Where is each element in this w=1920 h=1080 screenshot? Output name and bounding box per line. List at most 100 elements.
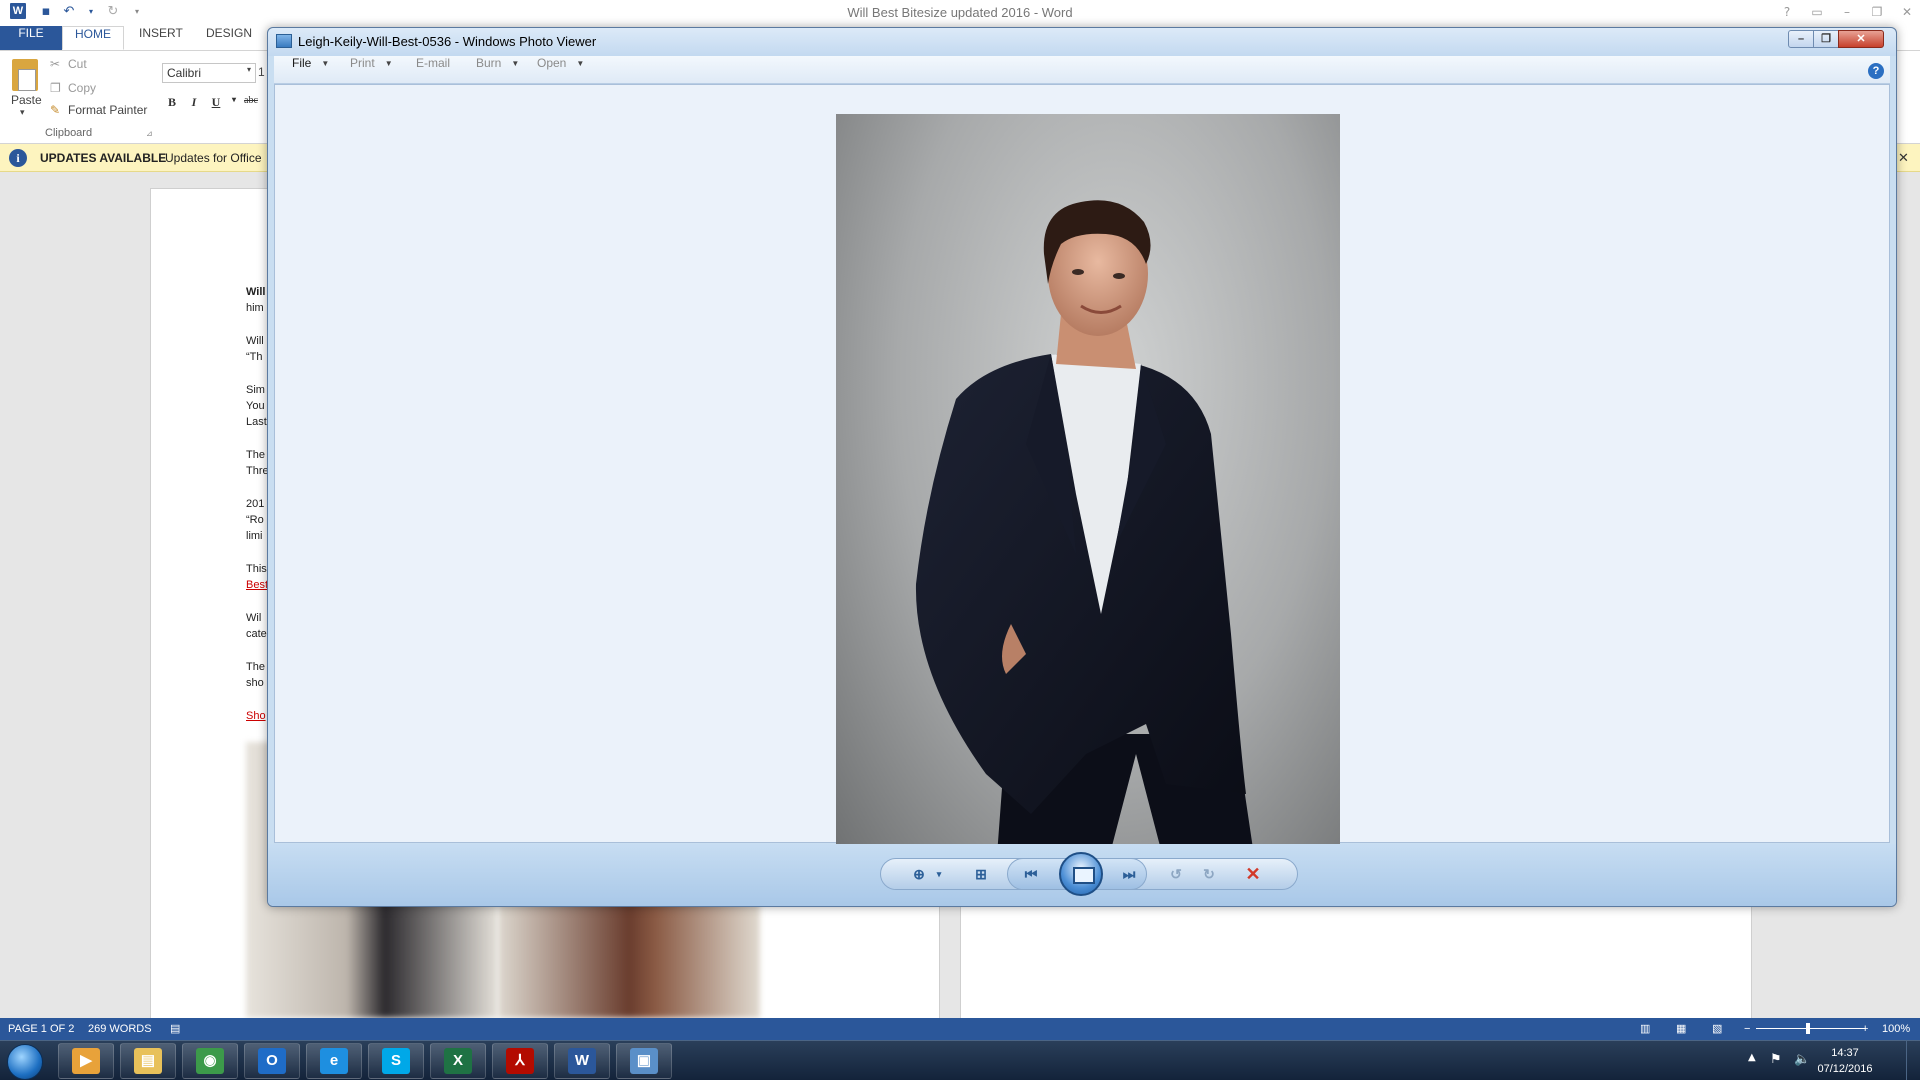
- close-icon[interactable]: ✕: [1896, 3, 1918, 21]
- chevron-down-icon: ▼: [511, 59, 520, 69]
- document-text-line: This: [246, 563, 267, 575]
- chevron-down-icon: ▼: [384, 59, 393, 69]
- tab-design[interactable]: DESIGN: [196, 26, 262, 50]
- zoom-slider-thumb[interactable]: [1806, 1023, 1810, 1034]
- taskbar-app-media-player[interactable]: ▶: [58, 1043, 114, 1079]
- start-button[interactable]: [7, 1044, 43, 1080]
- document-text-line: cate: [246, 628, 267, 640]
- tray-overflow-icon[interactable]: ▲: [1748, 1052, 1756, 1063]
- tab-insert[interactable]: INSERT: [129, 26, 193, 50]
- viewer-minimize-icon[interactable]: –: [1788, 30, 1814, 48]
- clipboard-launcher-icon[interactable]: ⊿: [146, 129, 153, 138]
- minimize-icon[interactable]: –: [1836, 3, 1858, 21]
- menu-burn[interactable]: Burn ▼: [476, 56, 519, 84]
- photo-viewer-app-icon[interactable]: [276, 34, 292, 48]
- taskbar-app-internet-explorer[interactable]: e: [306, 1043, 362, 1079]
- taskbar-app-acrobat[interactable]: ⅄: [492, 1043, 548, 1079]
- acrobat-icon: ⅄: [506, 1048, 534, 1074]
- slideshow-icon[interactable]: [1059, 852, 1103, 896]
- zoom-out-icon[interactable]: −: [1744, 1018, 1750, 1040]
- taskbar: ▶ ▤ ◉ Oe S X ⅄ W ▣ ▲ ⚑ 🔈 14:37 07/12/2016: [0, 1040, 1920, 1080]
- help-icon[interactable]: ?: [1776, 3, 1798, 21]
- viewer-maximize-icon[interactable]: ❐: [1813, 30, 1839, 48]
- font-name-field[interactable]: Calibri: [162, 63, 256, 83]
- taskbar-app-skype[interactable]: S: [368, 1043, 424, 1079]
- copy-icon: ❐: [50, 81, 61, 95]
- read-mode-icon[interactable]: ▥: [1640, 1018, 1650, 1040]
- chrome-icon: ◉: [196, 1048, 224, 1074]
- tab-file[interactable]: FILE: [0, 26, 62, 50]
- updates-close-icon[interactable]: ✕: [1898, 150, 1909, 166]
- photo-viewer-toolbar: ⊕ ▾ ⊞ ⏮ ⏭ ↺ ↻ ✕: [268, 844, 1896, 906]
- delete-icon[interactable]: ✕: [1242, 864, 1264, 884]
- portrait-photo[interactable]: [836, 114, 1340, 869]
- document-text-line: Will: [246, 335, 264, 347]
- photo-viewer-window: Leigh-Keily-Will-Best-0536 - Windows Pho…: [267, 27, 1897, 907]
- actual-size-icon[interactable]: ⊞: [970, 864, 992, 884]
- updates-title: UPDATES AVAILABLE: [40, 151, 167, 165]
- word-status-bar: PAGE 1 OF 2 269 WORDS ▤ ▥ ▦ ▧ − + 100%: [0, 1018, 1920, 1040]
- restore-icon[interactable]: ❐: [1866, 3, 1888, 21]
- viewer-help-icon[interactable]: ?: [1868, 63, 1884, 79]
- taskbar-app-file-explorer[interactable]: ▤: [120, 1043, 176, 1079]
- web-layout-icon[interactable]: ▧: [1712, 1018, 1722, 1040]
- copy-button[interactable]: Copy: [68, 81, 96, 95]
- zoom-dropdown-icon[interactable]: ▾: [928, 864, 950, 884]
- menu-open-label: Open: [537, 56, 567, 70]
- taskbar-app-photo-viewer[interactable]: ▣: [616, 1043, 672, 1079]
- updates-message: Updates for Office: [165, 151, 262, 165]
- photo-viewer-title: Leigh-Keily-Will-Best-0536 - Windows Pho…: [298, 34, 597, 49]
- next-icon[interactable]: ⏭: [1118, 864, 1140, 884]
- menu-file[interactable]: File ▼: [292, 56, 329, 84]
- taskbar-app-excel[interactable]: X: [430, 1043, 486, 1079]
- document-text-line: Wil: [246, 612, 262, 624]
- format-painter-button[interactable]: Format Painter: [68, 103, 147, 117]
- chevron-down-icon: ▼: [321, 59, 330, 69]
- page-count[interactable]: PAGE 1 OF 2: [8, 1018, 74, 1040]
- volume-icon[interactable]: 🔈: [1794, 1052, 1810, 1067]
- internet-explorer-icon: e: [320, 1048, 348, 1074]
- menu-email[interactable]: E-mail: [416, 56, 450, 84]
- font-size-field[interactable]: 1: [258, 65, 265, 79]
- italic-button[interactable]: I: [186, 95, 202, 113]
- tab-home[interactable]: HOME: [62, 26, 124, 50]
- menu-open[interactable]: Open ▼: [537, 56, 584, 84]
- word-icon: W: [568, 1048, 596, 1074]
- media-player-icon: ▶: [72, 1048, 100, 1074]
- cut-button[interactable]: Cut: [68, 57, 87, 71]
- taskbar-app-chrome[interactable]: ◉: [182, 1043, 238, 1079]
- font-dropdown-icon[interactable]: ▾: [247, 65, 251, 74]
- underline-button[interactable]: U: [208, 95, 224, 113]
- clock[interactable]: 14:37 07/12/2016: [1810, 1045, 1880, 1077]
- viewer-close-icon[interactable]: ✕: [1838, 30, 1884, 48]
- taskbar-app-outlook[interactable]: O: [244, 1043, 300, 1079]
- zoom-in-icon[interactable]: +: [1862, 1018, 1868, 1040]
- print-layout-icon[interactable]: ▦: [1676, 1018, 1686, 1040]
- strikethrough-button[interactable]: abc: [240, 95, 262, 113]
- ribbon-display-icon[interactable]: ▭: [1806, 3, 1828, 21]
- action-center-flag-icon[interactable]: ⚑: [1770, 1052, 1782, 1067]
- bold-button[interactable]: B: [164, 95, 180, 113]
- zoom-level[interactable]: 100%: [1882, 1018, 1910, 1040]
- menu-print[interactable]: Print ▼: [350, 56, 393, 84]
- zoom-slider[interactable]: [1756, 1028, 1866, 1029]
- paste-icon[interactable]: [12, 59, 38, 91]
- photo-viewer-title-bar[interactable]: Leigh-Keily-Will-Best-0536 - Windows Pho…: [268, 28, 1896, 56]
- font-name-value: Calibri: [167, 66, 202, 80]
- word-count[interactable]: 269 WORDS: [88, 1018, 152, 1040]
- proofing-icon[interactable]: ▤: [170, 1018, 180, 1040]
- paste-button[interactable]: Paste: [11, 93, 42, 107]
- document-text-line: “Th: [246, 351, 263, 363]
- rotate-clockwise-icon[interactable]: ↻: [1198, 864, 1220, 884]
- magnifier-icon[interactable]: ⊕: [908, 864, 930, 884]
- paste-dropdown-icon[interactable]: ▾: [20, 107, 25, 118]
- rotate-counterclockwise-icon[interactable]: ↺: [1165, 864, 1187, 884]
- outlook-icon: O: [258, 1048, 286, 1074]
- show-desktop-button[interactable]: [1906, 1041, 1920, 1080]
- previous-icon[interactable]: ⏮: [1020, 864, 1042, 884]
- photo-viewer-icon: ▣: [630, 1048, 658, 1074]
- taskbar-app-word[interactable]: W: [554, 1043, 610, 1079]
- info-icon: i: [9, 149, 27, 167]
- document-text-line: The: [246, 449, 265, 461]
- photo-canvas[interactable]: [274, 84, 1890, 869]
